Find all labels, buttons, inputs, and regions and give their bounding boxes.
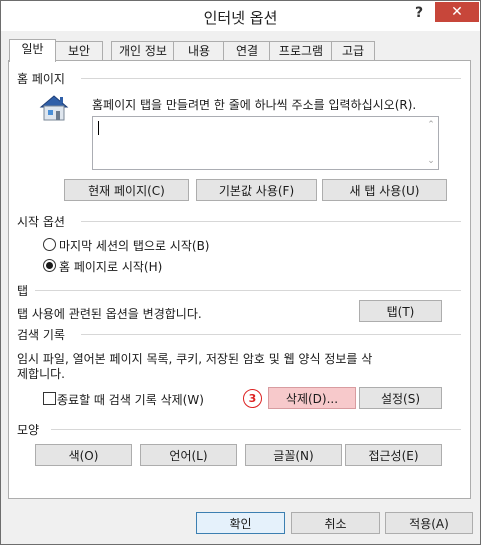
general-tab-panel: 홈 페이지 홈페이지 탭을 만들려면 한 줄에 하나씩 주소를 입력하십시오(R… bbox=[8, 60, 471, 499]
internet-options-dialog: 인터넷 옵션 ? ✕ 일반 보안 개인 정보 내용 연결 프로그램 고급 홈 페… bbox=[0, 0, 481, 545]
history-description-line2: 제합니다. bbox=[17, 367, 65, 381]
tabs-divider bbox=[35, 290, 461, 291]
use-current-button[interactable]: 현재 페이지(C) bbox=[64, 179, 189, 201]
ok-button[interactable]: 확인 bbox=[196, 512, 285, 534]
tab-content[interactable]: 내용 bbox=[173, 41, 225, 61]
use-new-tab-button[interactable]: 새 탭 사용(U) bbox=[322, 179, 447, 201]
delete-history-button[interactable]: 삭제(D)... bbox=[268, 387, 356, 409]
text-caret bbox=[98, 121, 99, 135]
radio-last-session-label: 마지막 세션의 탭으로 시작(B) bbox=[59, 239, 210, 253]
radio-homepage[interactable] bbox=[43, 259, 56, 272]
fonts-button[interactable]: 글꼴(N) bbox=[245, 444, 342, 466]
tab-connections[interactable]: 연결 bbox=[223, 41, 271, 61]
startup-divider bbox=[81, 221, 461, 222]
scroll-down-arrow-icon[interactable]: ⌄ bbox=[426, 156, 436, 166]
use-default-button[interactable]: 기본값 사용(F) bbox=[196, 179, 317, 201]
radio-homepage-label: 홈 페이지로 시작(H) bbox=[59, 260, 163, 274]
homepage-description: 홈페이지 탭을 만들려면 한 줄에 하나씩 주소를 입력하십시오(R). bbox=[92, 98, 417, 112]
history-description-line1: 임시 파일, 열어본 페이지 목록, 쿠키, 저장된 암호 및 웹 양식 정보를… bbox=[17, 352, 373, 366]
homepage-url-textarea[interactable]: ⌃ ⌄ bbox=[92, 116, 439, 170]
languages-button[interactable]: 언어(L) bbox=[140, 444, 237, 466]
delete-on-exit-label: 종료할 때 검색 기록 삭제(W) bbox=[57, 393, 204, 407]
history-section-title: 검색 기록 bbox=[17, 328, 65, 342]
close-button[interactable]: ✕ bbox=[435, 2, 479, 22]
delete-on-exit-checkbox[interactable] bbox=[43, 392, 56, 405]
appearance-section-title: 모양 bbox=[17, 423, 40, 437]
tabs-section-title: 탭 bbox=[17, 284, 29, 298]
colors-button[interactable]: 색(O) bbox=[35, 444, 132, 466]
history-settings-button[interactable]: 설정(S) bbox=[359, 387, 442, 409]
startup-section-title: 시작 옵션 bbox=[17, 215, 65, 229]
help-button[interactable]: ? bbox=[408, 5, 430, 25]
radio-last-session[interactable] bbox=[43, 238, 56, 251]
tab-security[interactable]: 보안 bbox=[55, 41, 103, 61]
title-bar: 인터넷 옵션 ? ✕ bbox=[1, 1, 480, 31]
tab-privacy[interactable]: 개인 정보 bbox=[111, 41, 175, 61]
history-divider bbox=[81, 334, 461, 335]
tab-general[interactable]: 일반 bbox=[9, 39, 56, 62]
cancel-button[interactable]: 취소 bbox=[291, 512, 380, 534]
scroll-up-arrow-icon[interactable]: ⌃ bbox=[426, 120, 436, 130]
accessibility-button[interactable]: 접근성(E) bbox=[345, 444, 442, 466]
apply-button[interactable]: 적용(A) bbox=[385, 512, 473, 534]
tabs-description: 탭 사용에 관련된 옵션을 변경합니다. bbox=[17, 307, 202, 321]
house-icon bbox=[37, 91, 71, 125]
tab-advanced[interactable]: 고급 bbox=[331, 41, 375, 61]
step-3-marker: 3 bbox=[243, 389, 262, 408]
homepage-divider bbox=[81, 78, 461, 79]
tab-programs[interactable]: 프로그램 bbox=[269, 41, 333, 61]
appearance-divider bbox=[51, 429, 461, 430]
homepage-section-title: 홈 페이지 bbox=[17, 72, 65, 86]
radio-selected-dot bbox=[46, 262, 53, 269]
tabs-settings-button[interactable]: 탭(T) bbox=[359, 300, 442, 322]
